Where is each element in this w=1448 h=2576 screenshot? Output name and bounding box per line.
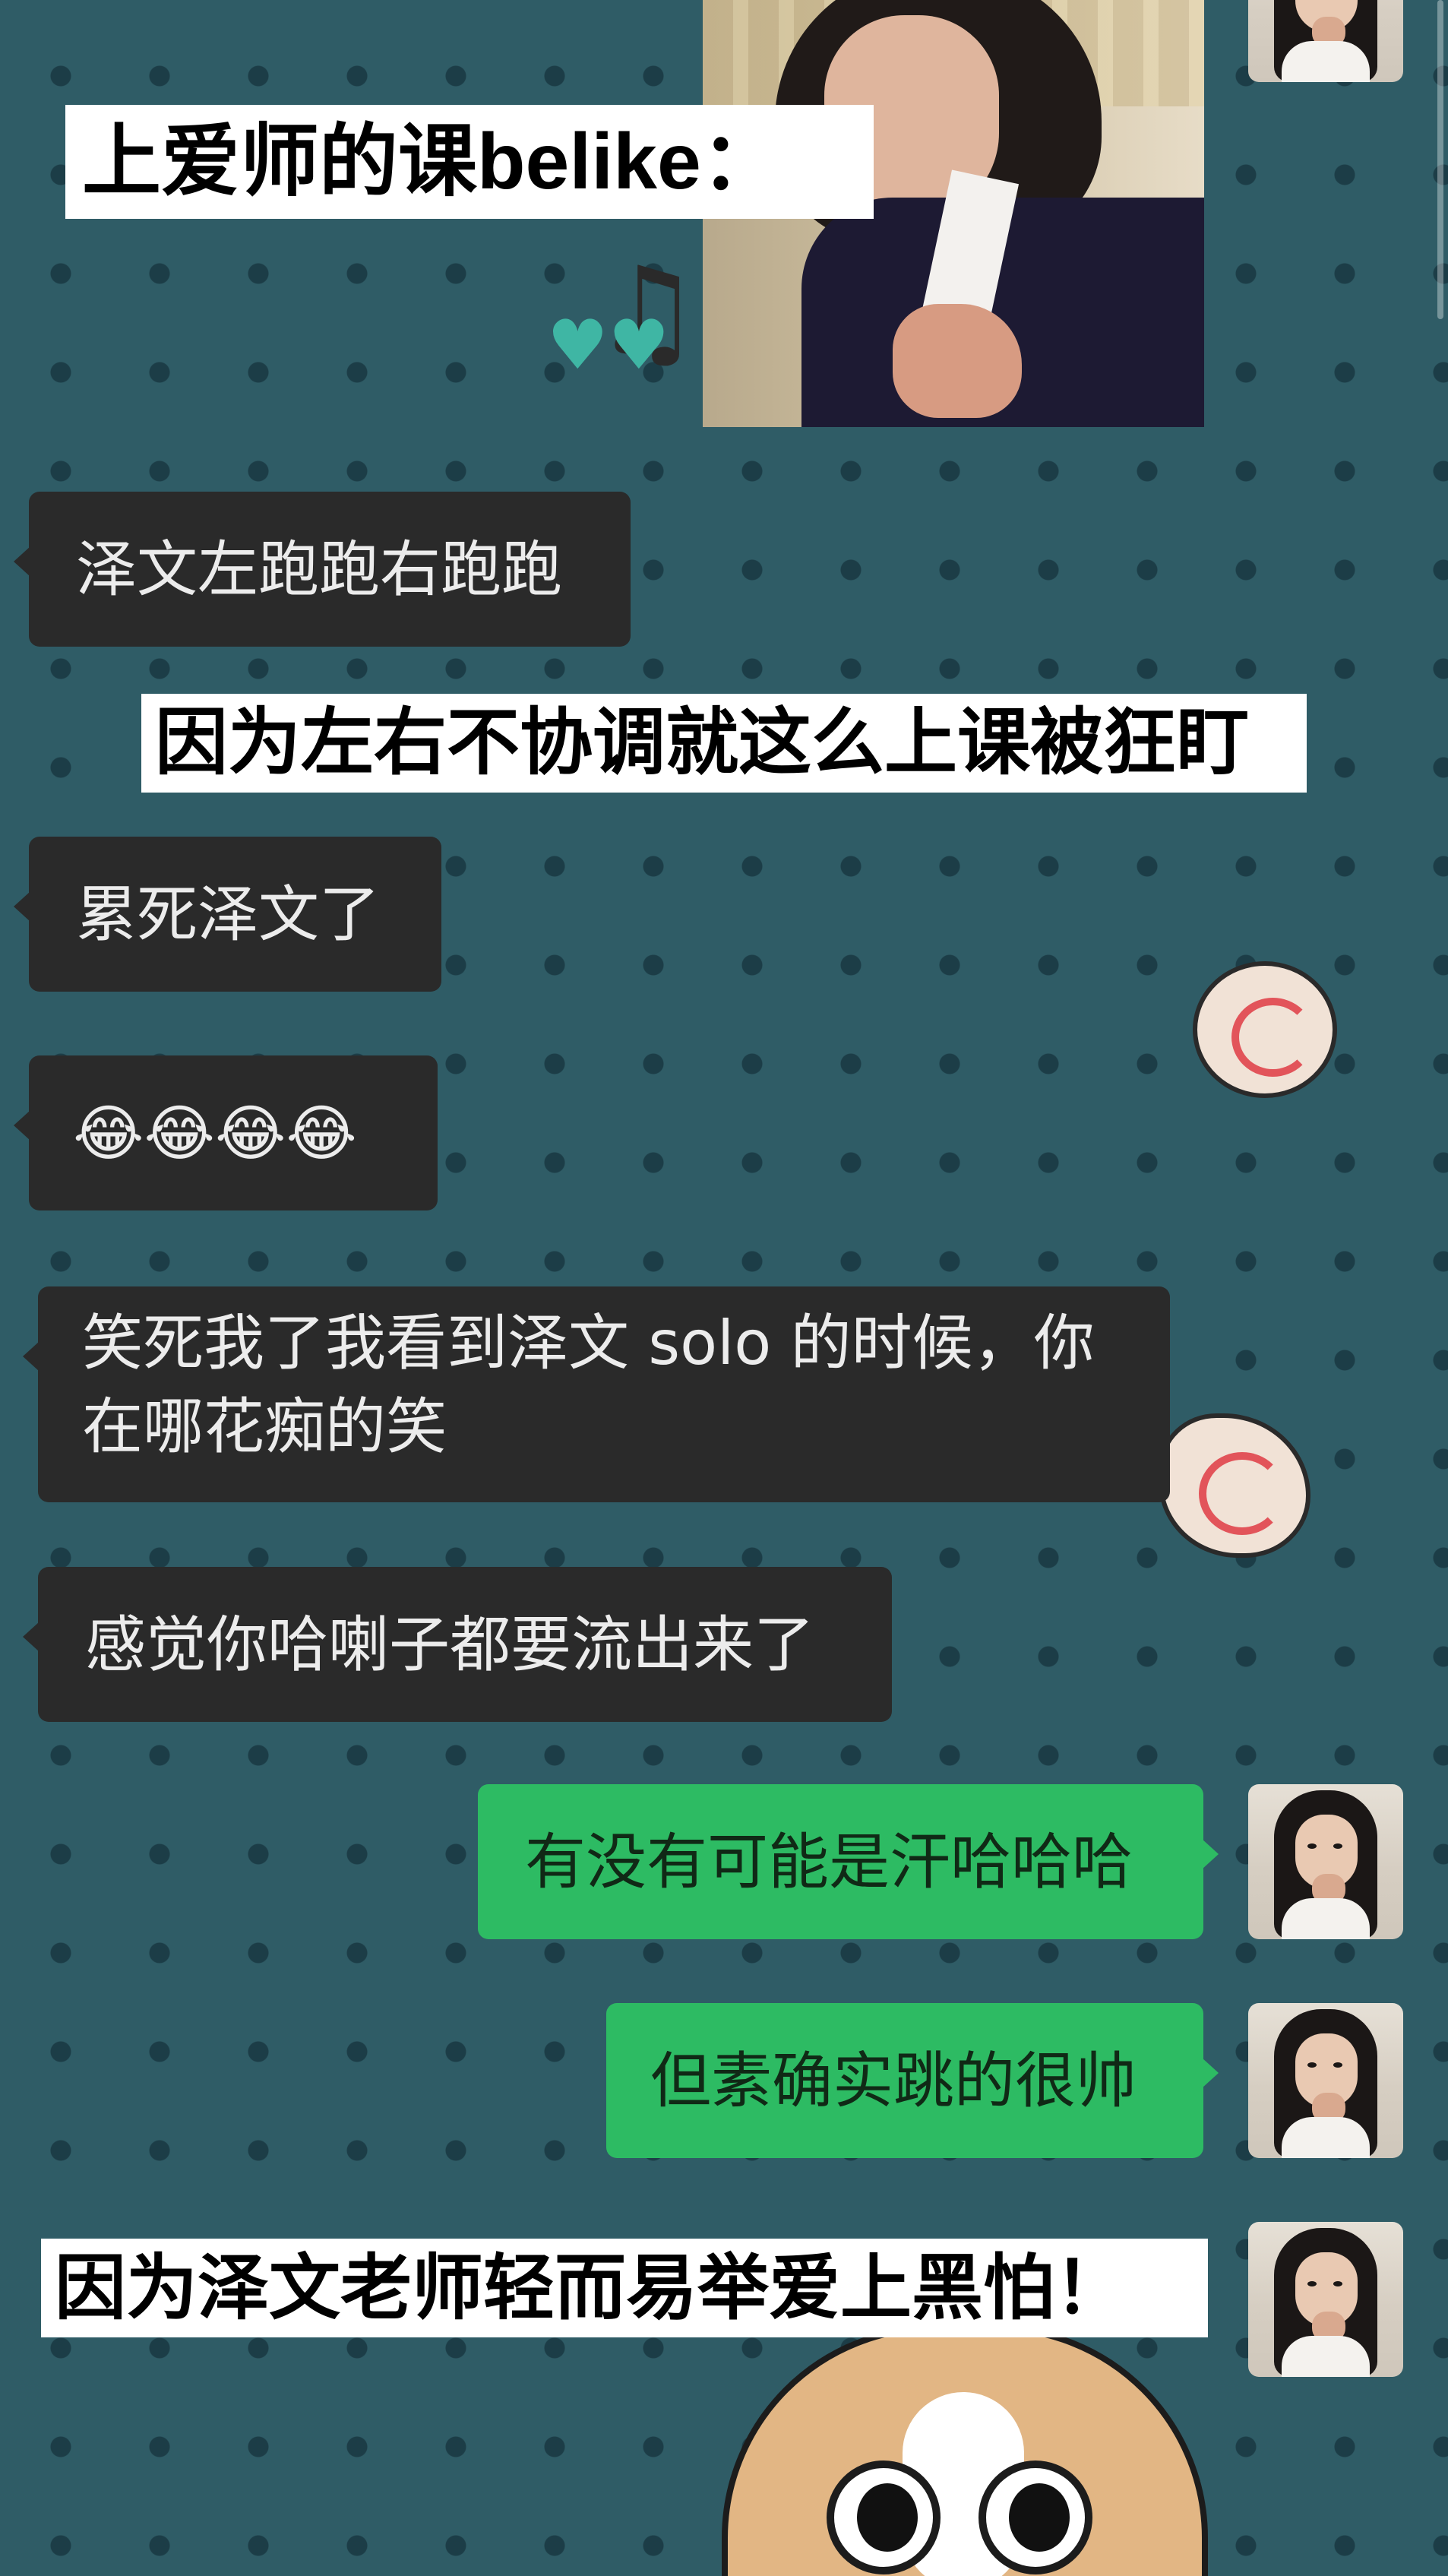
star-swirl-sticker — [1159, 1413, 1310, 1558]
emoji-text: 😂😂😂😂 — [73, 1098, 357, 1169]
caption-bottom: 因为泽文老师轻而易举爱上黑怕！ — [41, 2239, 1208, 2337]
message-text: 感觉你哈喇子都要流出来了 — [85, 1609, 814, 1680]
scrollbar[interactable] — [1437, 0, 1443, 319]
cartoon-dog-sticker[interactable] — [722, 2325, 1208, 2576]
swirl-sticker — [1193, 961, 1337, 1098]
avatar[interactable] — [1248, 0, 1403, 82]
avatar[interactable] — [1248, 2003, 1403, 2158]
message-text: 泽文左跑跑右跑跑 — [76, 534, 562, 605]
avatar[interactable] — [1248, 1784, 1403, 1939]
message-text: 笑死我了我看到泽文 solo 的时候，你在哪花痴的笑 — [82, 1308, 1095, 1462]
message-text: 累死泽文了 — [76, 879, 380, 950]
message-bubble-outgoing[interactable]: 有没有可能是汗哈哈哈 — [478, 1784, 1219, 1939]
message-bubble-incoming[interactable]: 笑死我了我看到泽文 solo 的时候，你在哪花痴的笑 — [23, 1286, 1170, 1502]
message-bubble-incoming[interactable]: 感觉你哈喇子都要流出来了 — [23, 1567, 892, 1722]
avatar[interactable] — [1248, 2222, 1403, 2377]
caption-top: 上爱师的课belike： — [65, 105, 874, 219]
message-bubble-incoming[interactable]: 累死泽文了 — [14, 837, 441, 992]
message-text: 但素确实跳的很帅 — [650, 2046, 1137, 2116]
message-bubble-incoming[interactable]: 😂😂😂😂 — [14, 1055, 438, 1210]
hearts-sticker: ♥♥ — [547, 305, 670, 385]
message-text: 有没有可能是汗哈哈哈 — [525, 1827, 1133, 1897]
message-bubble-incoming[interactable]: 泽文左跑跑右跑跑 — [14, 492, 631, 647]
caption-middle: 因为左右不协调就这么上课被狂盯 — [141, 694, 1307, 793]
message-bubble-outgoing[interactable]: 但素确实跳的很帅 — [606, 2003, 1219, 2158]
